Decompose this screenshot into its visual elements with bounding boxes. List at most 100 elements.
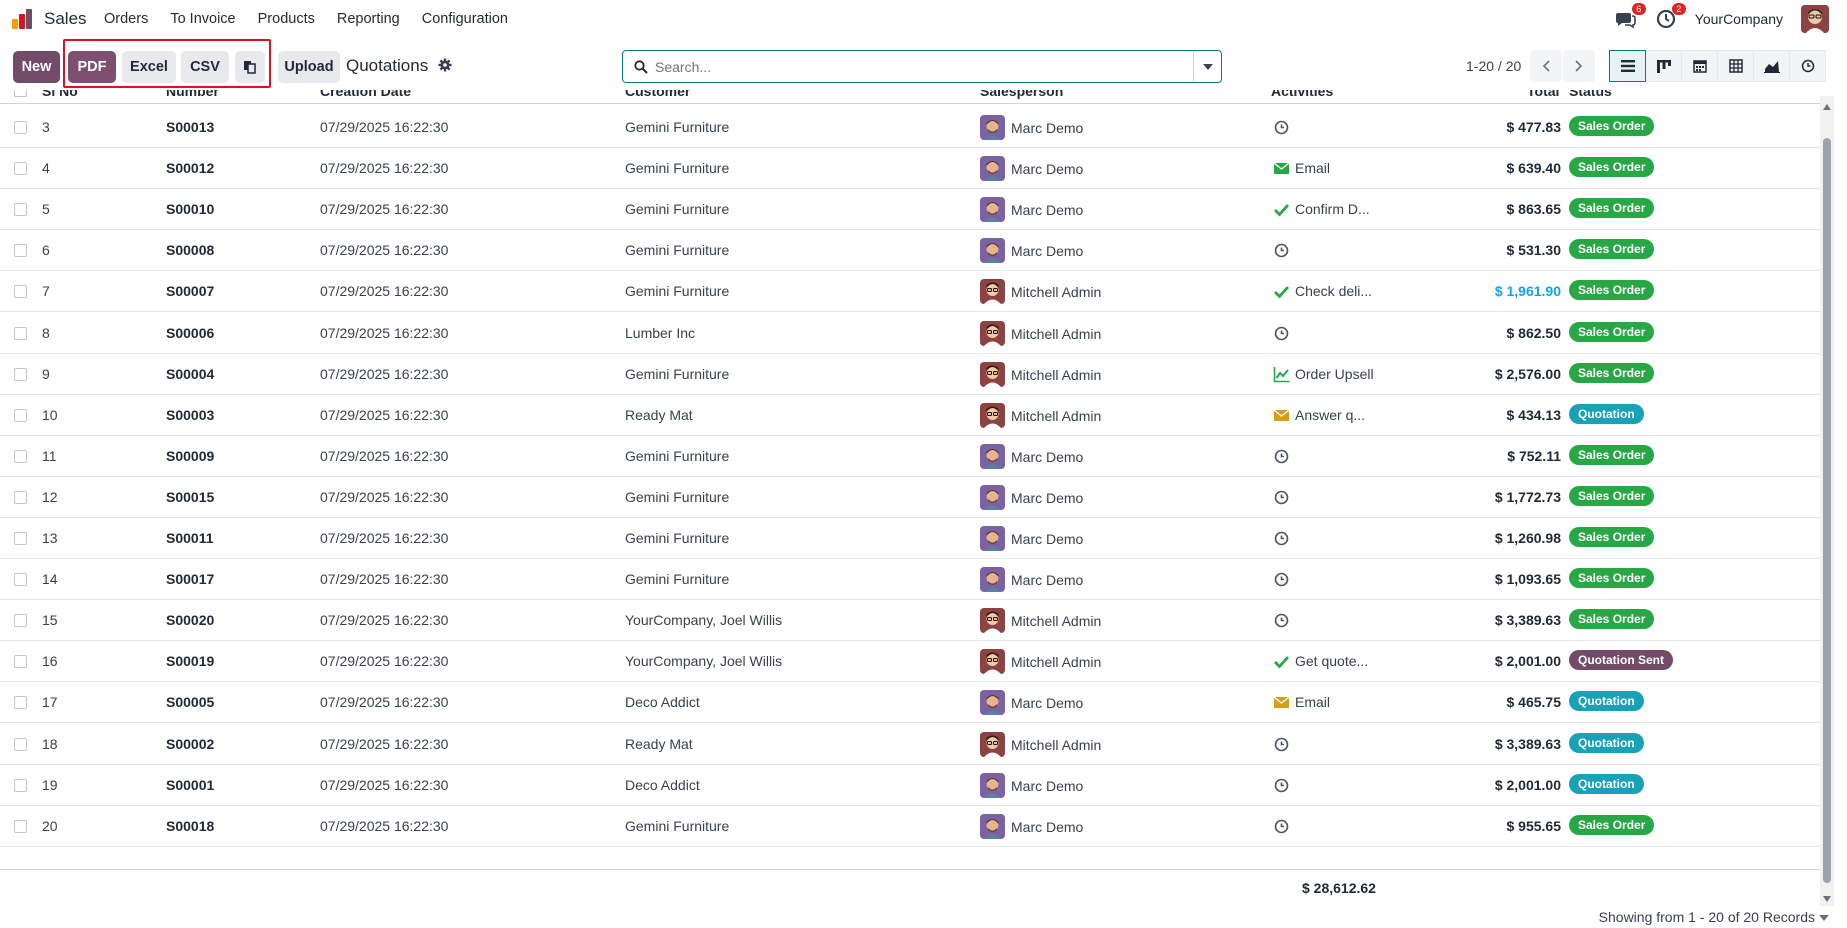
row-checkbox[interactable] xyxy=(14,655,27,669)
col-creation-date[interactable]: Creation Date xyxy=(320,90,411,99)
menu-item-configuration[interactable]: Configuration xyxy=(422,11,508,27)
salesperson-avatar[interactable] xyxy=(980,649,1005,675)
email-icon[interactable] xyxy=(1273,160,1290,177)
table-row[interactable]: 16 S00019 07/29/2025 16:22:30 YourCompan… xyxy=(0,641,1820,683)
salesperson-avatar[interactable] xyxy=(980,772,1005,798)
col-activities[interactable]: Activities xyxy=(1271,90,1333,99)
menu-item-products[interactable]: Products xyxy=(258,11,315,27)
salesperson-avatar[interactable] xyxy=(980,813,1005,839)
row-checkbox[interactable] xyxy=(14,778,27,792)
vertical-scrollbar[interactable] xyxy=(1820,96,1834,906)
clock-icon[interactable] xyxy=(1273,571,1290,588)
envelope-icon[interactable] xyxy=(1273,694,1290,711)
pager-value[interactable]: 1-20 / 20 xyxy=(1466,58,1521,74)
clock-icon[interactable] xyxy=(1273,242,1290,259)
messages-icon[interactable]: 6 xyxy=(1615,3,1646,30)
user-avatar[interactable] xyxy=(1801,5,1829,33)
calendar-view-button[interactable] xyxy=(1681,50,1718,82)
activity-summary[interactable]: Email xyxy=(1295,694,1330,710)
row-checkbox[interactable] xyxy=(14,614,27,628)
activity-summary[interactable]: Answer q... xyxy=(1295,407,1365,423)
clock-icon[interactable] xyxy=(1273,448,1290,465)
table-row[interactable]: 9 S00004 07/29/2025 16:22:30 Gemini Furn… xyxy=(0,354,1820,395)
salesperson-avatar[interactable] xyxy=(980,443,1005,469)
row-checkbox[interactable] xyxy=(14,408,27,422)
table-row[interactable]: 13 S00011 07/29/2025 16:22:30 Gemini Fur… xyxy=(0,518,1820,559)
upload-button[interactable]: Upload xyxy=(278,51,340,83)
records-count[interactable]: Showing from 1 - 20 of 20 Records xyxy=(1599,909,1829,925)
row-checkbox[interactable] xyxy=(14,573,27,587)
row-checkbox[interactable] xyxy=(14,121,27,134)
row-checkbox[interactable] xyxy=(14,490,27,504)
new-button[interactable]: New xyxy=(13,51,60,83)
clock-icon[interactable] xyxy=(1273,489,1290,506)
table-row[interactable]: 12 S00015 07/29/2025 16:22:30 Gemini Fur… xyxy=(0,477,1820,518)
clock-icon[interactable] xyxy=(1273,777,1290,794)
scrollbar-thumb[interactable] xyxy=(1823,138,1831,883)
table-row[interactable]: 7 S00007 07/29/2025 16:22:30 Gemini Furn… xyxy=(0,271,1820,313)
clock-icon[interactable] xyxy=(1273,612,1290,629)
row-checkbox[interactable] xyxy=(14,203,27,217)
clock-icon[interactable] xyxy=(1273,530,1290,547)
menu-item-to-invoice[interactable]: To Invoice xyxy=(170,11,235,27)
salesperson-avatar[interactable] xyxy=(980,731,1005,757)
row-checkbox[interactable] xyxy=(14,285,27,299)
salesperson-avatar[interactable] xyxy=(980,690,1005,716)
list-view-button[interactable] xyxy=(1609,50,1646,82)
salesperson-avatar[interactable] xyxy=(980,115,1005,140)
table-row[interactable]: 11 S00009 07/29/2025 16:22:30 Gemini Fur… xyxy=(0,436,1820,477)
salesperson-avatar[interactable] xyxy=(980,197,1005,223)
select-all-checkbox[interactable] xyxy=(14,90,27,97)
company-switcher[interactable]: YourCompany xyxy=(1695,11,1783,27)
search-input[interactable] xyxy=(623,51,1183,82)
salesperson-avatar[interactable] xyxy=(980,608,1005,634)
col-status[interactable]: Status xyxy=(1569,90,1612,99)
col-total[interactable]: Total xyxy=(1527,90,1559,99)
table-row[interactable]: 15 S00020 07/29/2025 16:22:30 YourCompan… xyxy=(0,600,1820,642)
row-checkbox[interactable] xyxy=(14,326,27,340)
pager-next[interactable] xyxy=(1563,50,1595,82)
row-checkbox[interactable] xyxy=(14,162,27,176)
salesperson-avatar[interactable] xyxy=(980,156,1005,182)
salesperson-avatar[interactable] xyxy=(980,402,1005,428)
table-row[interactable]: 18 S00002 07/29/2025 16:22:30 Ready Mat … xyxy=(0,724,1820,765)
activity-summary[interactable]: Order Upsell xyxy=(1295,366,1374,382)
sales-app-icon[interactable] xyxy=(12,9,34,29)
activity-view-button[interactable] xyxy=(1789,50,1826,82)
table-row[interactable]: 6 S00008 07/29/2025 16:22:30 Gemini Furn… xyxy=(0,230,1820,272)
table-row[interactable]: 4 S00012 07/29/2025 16:22:30 Gemini Furn… xyxy=(0,148,1820,190)
table-row[interactable]: 5 S00010 07/29/2025 16:22:30 Gemini Furn… xyxy=(0,189,1820,231)
scroll-down-arrow[interactable] xyxy=(1823,896,1831,902)
salesperson-avatar[interactable] xyxy=(980,320,1005,346)
salesperson-avatar[interactable] xyxy=(980,361,1005,387)
row-checkbox[interactable] xyxy=(14,696,27,710)
salesperson-avatar[interactable] xyxy=(980,279,1005,305)
check-icon[interactable] xyxy=(1273,653,1290,670)
col-customer[interactable]: Customer xyxy=(625,90,690,99)
table-row[interactable]: 14 S00017 07/29/2025 16:22:30 Gemini Fur… xyxy=(0,559,1820,601)
clock-icon[interactable] xyxy=(1273,119,1290,136)
col-number[interactable]: Number xyxy=(166,90,219,99)
envelope-icon[interactable] xyxy=(1273,407,1290,424)
activity-summary[interactable]: Check deli... xyxy=(1295,283,1372,299)
table-row[interactable]: 10 S00003 07/29/2025 16:22:30 Ready Mat … xyxy=(0,395,1820,436)
row-checkbox[interactable] xyxy=(14,532,27,545)
graph-view-button[interactable] xyxy=(1753,50,1790,82)
salesperson-avatar[interactable] xyxy=(980,238,1005,264)
check-icon[interactable] xyxy=(1273,283,1290,300)
row-checkbox[interactable] xyxy=(14,244,27,258)
row-checkbox[interactable] xyxy=(14,819,27,833)
col-salesperson[interactable]: Salesperson xyxy=(980,90,1063,99)
activity-summary[interactable]: Get quote... xyxy=(1295,653,1368,669)
pager-previous[interactable] xyxy=(1530,50,1562,82)
activity-summary[interactable]: Email xyxy=(1295,160,1330,176)
chart-icon[interactable] xyxy=(1273,366,1290,383)
pivot-view-button[interactable] xyxy=(1717,50,1754,82)
col-sl-no[interactable]: Sl No xyxy=(42,90,78,99)
gear-icon[interactable] xyxy=(438,58,452,72)
search-options-toggle[interactable] xyxy=(1193,51,1221,82)
clock-icon[interactable] xyxy=(1273,325,1290,342)
salesperson-avatar[interactable] xyxy=(980,484,1005,510)
table-row[interactable]: 8 S00006 07/29/2025 16:22:30 Lumber Inc … xyxy=(0,313,1820,354)
activity-summary[interactable]: Confirm D... xyxy=(1295,201,1370,217)
